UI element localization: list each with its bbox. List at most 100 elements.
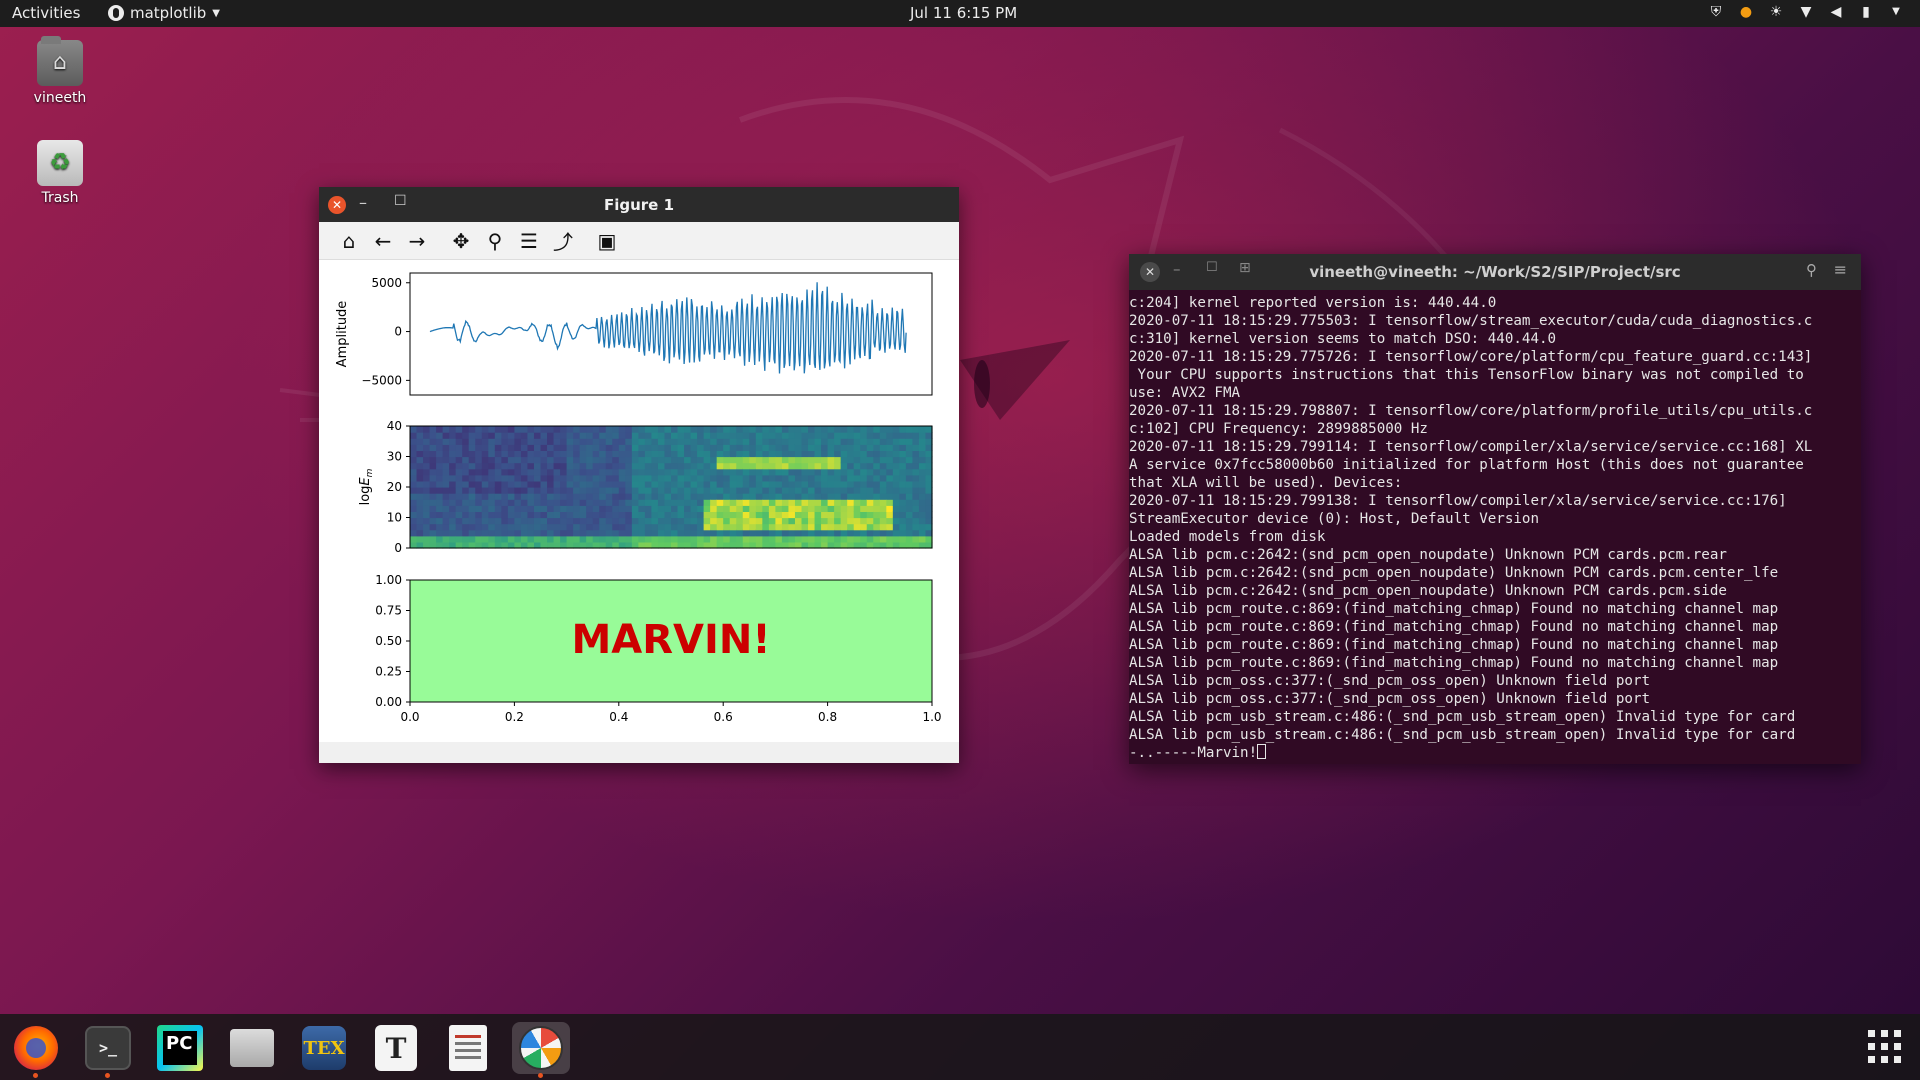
spectrogram-cell xyxy=(781,523,790,531)
hamburger-menu-icon[interactable]: ≡ xyxy=(1834,260,1847,279)
spectrogram-cell xyxy=(618,487,626,494)
spectrogram-cell xyxy=(866,517,874,525)
spectrogram-cell xyxy=(481,438,489,445)
dock-item-files[interactable] xyxy=(226,1022,278,1074)
spectrogram-cell xyxy=(449,432,457,439)
figure-titlebar[interactable]: ✕ – ☐ Figure 1 xyxy=(319,187,959,222)
spectrogram-cell xyxy=(866,456,874,464)
desktop-icon-trash[interactable]: Trash xyxy=(15,140,105,206)
spectrogram-cell xyxy=(449,444,457,451)
spectrogram-cell xyxy=(599,535,607,543)
figure-canvas[interactable]: 5000 0 −5000 Amplitude 40 30 20 10 0 logEm MAR… xyxy=(319,260,959,742)
spectrogram-cell xyxy=(410,444,418,451)
spectrogram-cell xyxy=(612,529,620,537)
dock-item-terminal[interactable]: >_ xyxy=(82,1022,134,1078)
spectrogram-cell xyxy=(481,487,489,494)
spectrogram-cell xyxy=(579,511,587,519)
dock-item-firefox[interactable] xyxy=(10,1022,62,1078)
spectrogram-cell xyxy=(625,487,633,494)
shield-icon[interactable]: ⛨ xyxy=(1708,4,1724,20)
app-menu[interactable]: matplotlib ▼ xyxy=(108,4,220,22)
spectrogram-cell xyxy=(527,517,535,525)
spectrogram-cell xyxy=(899,487,907,494)
spectrogram-cell xyxy=(618,480,626,488)
spectrogram-cell xyxy=(834,480,842,488)
forward-arrow-icon[interactable]: → xyxy=(403,227,431,255)
show-applications-icon[interactable] xyxy=(1868,1030,1902,1064)
spectrogram-cell xyxy=(468,444,476,451)
spectrogram-cell xyxy=(442,462,450,470)
spectrogram-cell xyxy=(540,529,548,537)
terminal-output[interactable]: c:204] kernel reported version is: 440.4… xyxy=(1129,294,1861,762)
zoom-icon[interactable]: ⚲ xyxy=(481,227,509,255)
dock-item-texmaker[interactable]: TEX xyxy=(298,1022,350,1074)
edit-axis-icon[interactable]: ⤴ xyxy=(549,227,577,255)
spectrogram-cell xyxy=(866,529,874,537)
spectrogram-cell xyxy=(671,462,679,470)
save-icon[interactable]: ▣ xyxy=(593,227,621,255)
update-indicator-icon[interactable]: ● xyxy=(1738,4,1754,20)
spectrogram-cell xyxy=(768,474,776,482)
spectrogram-cell xyxy=(710,480,718,488)
terminal-titlebar[interactable]: ✕ – ☐ ⊞ vineeth@vineeth: ~/Work/S2/SIP/P… xyxy=(1129,254,1861,290)
spectrogram-cell xyxy=(533,468,542,476)
spectrogram-cell xyxy=(631,432,639,439)
home-icon[interactable]: ⌂ xyxy=(335,227,363,255)
spectrogram-cell xyxy=(762,432,770,439)
spectrogram-cell xyxy=(429,432,437,439)
spectrogram-cell xyxy=(475,444,483,451)
spectrogram-cell xyxy=(749,432,757,439)
spectrogram-cell xyxy=(788,517,796,525)
spectrogram-cell xyxy=(808,456,816,464)
spectrogram-cell xyxy=(729,511,737,519)
volume-icon[interactable]: ◀ xyxy=(1828,4,1844,20)
spectrogram-cell xyxy=(768,450,776,458)
spectrogram-cell xyxy=(847,523,855,531)
spectrogram-cell xyxy=(723,523,731,531)
spectrogram-cell xyxy=(886,535,894,543)
spectrogram-cell xyxy=(690,456,698,464)
spectrogram-cell xyxy=(481,444,489,451)
spectrogram-cell xyxy=(860,450,868,458)
configure-subplots-icon[interactable]: ☰ xyxy=(515,227,543,255)
spectrogram-cell xyxy=(501,535,509,543)
spectrogram-cell xyxy=(566,487,574,494)
system-tray[interactable]: ⛨ ● ☀ ▼ ◀ ▮ ▼ xyxy=(1708,4,1904,20)
spectrogram-cell xyxy=(455,426,463,433)
brightness-icon[interactable]: ☀ xyxy=(1768,4,1784,20)
dock-item-typora[interactable]: T xyxy=(370,1022,422,1074)
spectrogram-cell xyxy=(462,517,470,525)
spectrogram-cell xyxy=(918,474,927,482)
spectrogram-cell xyxy=(416,438,424,445)
pan-icon[interactable]: ✥ xyxy=(447,227,475,255)
spectrogram-cell xyxy=(423,535,431,543)
spectrogram-cell xyxy=(827,450,835,458)
spectrogram-cell xyxy=(664,480,672,488)
spectrogram-cell xyxy=(423,462,431,470)
system-menu-chevron-icon[interactable]: ▼ xyxy=(1888,4,1904,20)
dock-item-matplotlib[interactable] xyxy=(512,1022,570,1078)
spectrogram-cell xyxy=(664,474,672,482)
spectrogram-cell xyxy=(840,493,848,500)
dock-item-pycharm[interactable]: PC xyxy=(154,1022,206,1074)
desktop-icon-home[interactable]: vineeth xyxy=(15,36,105,106)
spectrogram-cell xyxy=(579,462,587,470)
spectrogram-cell xyxy=(755,474,763,482)
spectrogram-cell xyxy=(703,529,711,537)
clock[interactable]: Jul 11 6:15 PM xyxy=(910,4,1017,22)
spectrogram-cell xyxy=(468,523,476,531)
back-arrow-icon[interactable]: ← xyxy=(369,227,397,255)
spectrogram-cell xyxy=(853,432,861,439)
spectrogram-cell xyxy=(768,462,776,470)
spectrogram-cell xyxy=(423,523,431,531)
spectrogram-cell xyxy=(605,468,613,476)
wifi-icon[interactable]: ▼ xyxy=(1798,4,1814,20)
search-icon[interactable]: ⚲ xyxy=(1806,261,1817,279)
spectrogram-cell xyxy=(586,474,594,482)
dock-item-document-viewer[interactable] xyxy=(442,1022,494,1074)
spectrogram-cell xyxy=(840,438,848,445)
activities-button[interactable]: Activities xyxy=(12,4,80,22)
spectrogram-cell xyxy=(449,511,457,519)
battery-icon[interactable]: ▮ xyxy=(1858,4,1874,20)
spectrogram-cell xyxy=(755,450,763,458)
